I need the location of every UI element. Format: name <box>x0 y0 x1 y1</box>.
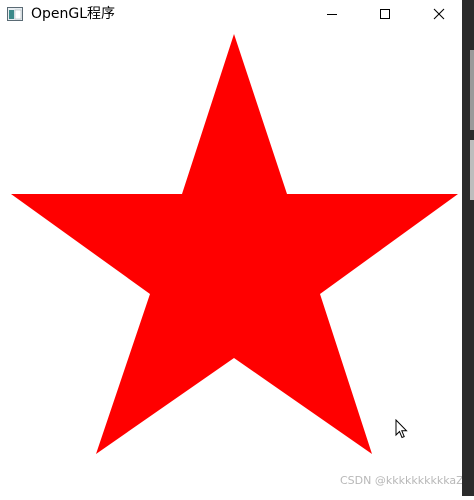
maximize-button[interactable] <box>362 0 408 28</box>
minimize-icon <box>326 5 338 24</box>
window-title: OpenGL程序 <box>31 6 116 22</box>
minimize-button[interactable] <box>309 0 355 28</box>
render-surface <box>11 34 458 454</box>
scrollbar-thumb[interactable] <box>470 50 474 130</box>
title-bar[interactable]: OpenGL程序 <box>0 0 462 28</box>
mouse-pointer-icon <box>395 418 409 439</box>
background-scrollbar[interactable] <box>462 0 474 496</box>
close-icon <box>433 5 445 24</box>
opengl-window: OpenGL程序 CSDN @kkkkkkkkkkaZZL <box>0 0 474 496</box>
app-window-icon <box>7 6 23 22</box>
scrollbar-thumb-secondary <box>470 140 474 200</box>
csdn-watermark: CSDN @kkkkkkkkkkaZZL <box>340 474 474 487</box>
opengl-canvas[interactable] <box>0 28 462 496</box>
close-button[interactable] <box>416 0 462 28</box>
maximize-icon <box>379 5 391 24</box>
red-star <box>11 34 458 454</box>
